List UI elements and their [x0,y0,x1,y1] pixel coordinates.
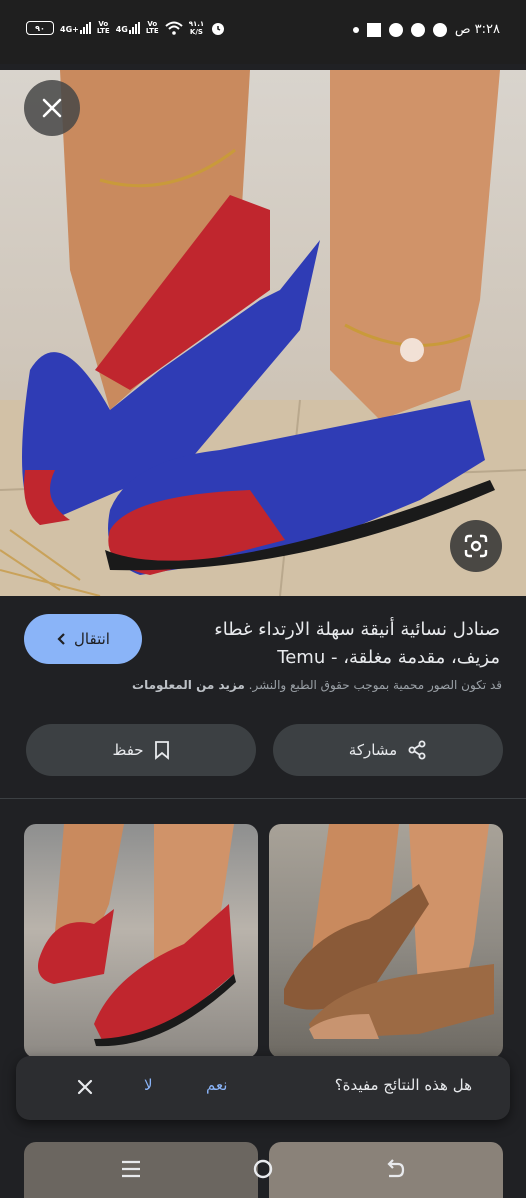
battery-indicator: ٩٠ [26,21,54,35]
signal-bars-icon [128,22,140,34]
copyright-text: قد تكون الصور محمية بموجب حقوق الطبع وال… [248,678,502,692]
brown-sandals-illustration [284,824,494,1039]
notification-square-icon [366,22,381,37]
divider [0,798,526,799]
close-icon[interactable] [74,1076,96,1098]
feedback-no-button[interactable]: لا [144,1076,153,1094]
back-button[interactable] [380,1154,410,1184]
bookmark-icon [154,741,169,760]
copyright-notice: قد تكون الصور محمية بموجب حقوق الطبع وال… [22,678,502,692]
related-image-red-sandals[interactable] [24,824,258,1058]
home-button[interactable] [248,1154,278,1184]
related-image-brown-sandals[interactable] [269,824,503,1058]
google-lens-icon [464,534,488,558]
red-sandals-illustration [38,824,236,1047]
alarm-icon [212,23,225,35]
status-left: ٩٠ 4G+ Vo LTE 4G Vo LTE ٩١.١ K/S [26,20,226,36]
close-button[interactable] [24,80,80,136]
share-label: مشاركة [348,741,398,759]
status-right: ٣:٢٨ ص [352,22,500,37]
home-icon [253,1159,273,1179]
signal-1: 4G+ [60,22,91,34]
more-info-link[interactable]: مزيد من المعلومات [132,678,245,692]
navigation-bar [0,1142,526,1198]
network-speed: ٩١.١ K/S [188,20,205,36]
volte-1: Vo LTE [96,20,110,35]
net1-label: 4G+ [60,25,79,34]
visit-label: انتقال [74,630,110,648]
share-icon [408,740,426,760]
sandals-illustration [0,70,526,596]
page: ٩٠ 4G+ Vo LTE 4G Vo LTE ٩١.١ K/S ٣:٢٨ ص [0,0,526,1198]
net2-label: 4G [115,25,128,34]
back-icon [387,1159,405,1178]
battery-level: ٩٠ [35,23,45,33]
facebook-icon [432,22,447,37]
messenger-icon [388,22,403,37]
clock: ٣:٢٨ ص [454,22,500,37]
wifi-icon [165,21,183,35]
recents-button[interactable] [116,1154,146,1184]
signal-2: 4G [116,22,140,34]
signal-bars-icon [79,22,91,34]
share-button[interactable]: مشاركة [273,724,503,776]
chat-icon [410,22,425,37]
save-label: حفظ [112,741,144,759]
chevron-left-icon [57,633,65,645]
status-bar: ٩٠ 4G+ Vo LTE 4G Vo LTE ٩١.١ K/S ٣:٢٨ ص [0,0,526,64]
menu-icon [122,1160,140,1178]
notification-dot-icon [352,26,359,33]
close-icon [42,98,62,118]
google-lens-button[interactable] [450,520,502,572]
feedback-yes-button[interactable]: نعم [206,1076,227,1094]
save-button[interactable]: حفظ [26,724,256,776]
hero-image[interactable] [0,70,526,596]
result-title[interactable]: صنادل نسائية أنيقة سهلة الارتداء غطاء مز… [160,616,500,672]
feedback-question: هل هذه النتائج مفيدة؟ [334,1076,472,1094]
visit-button[interactable]: انتقال [24,614,142,664]
feedback-bar: هل هذه النتائج مفيدة؟ نعم لا [16,1056,510,1120]
volte-2: Vo LTE [145,20,159,35]
